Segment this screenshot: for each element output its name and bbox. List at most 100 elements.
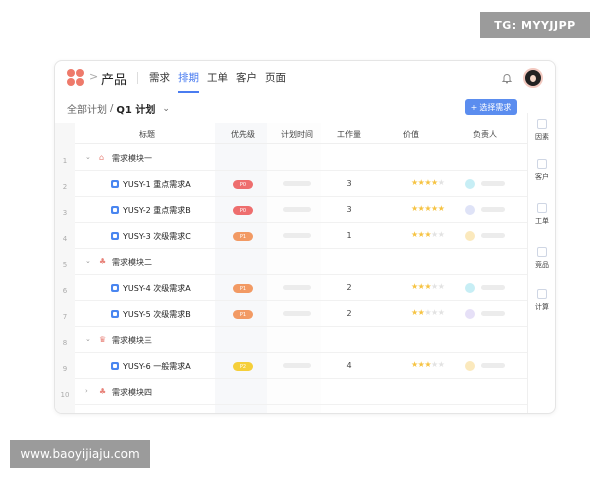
effort-value[interactable]: 3 bbox=[343, 205, 355, 214]
priority-badge[interactable]: P1 bbox=[233, 310, 253, 319]
group-name: 需求模块三 bbox=[112, 336, 152, 345]
star-icon: ★ bbox=[431, 204, 438, 213]
task-title[interactable]: YUSY-1 重点需求A bbox=[123, 179, 191, 190]
plan-time-placeholder[interactable] bbox=[283, 181, 311, 186]
side-item-competitor[interactable]: 竞品 bbox=[528, 247, 555, 270]
header-effort[interactable]: 工作量 bbox=[337, 129, 361, 140]
task-title[interactable]: YUSY-4 次级需求A bbox=[123, 283, 191, 294]
task-row[interactable]: YUSY-2 重点需求B P0 3 ★★★★★ bbox=[75, 197, 527, 223]
plan-time-placeholder[interactable] bbox=[283, 207, 311, 212]
value-rating[interactable]: ★★★★★ bbox=[411, 204, 445, 213]
product-title[interactable]: 产品 bbox=[101, 69, 127, 88]
star-icon: ★ bbox=[437, 230, 445, 239]
row-number: 2 bbox=[62, 183, 68, 191]
value-rating[interactable]: ★★★★★ bbox=[411, 360, 445, 369]
star-icon: ★ bbox=[437, 308, 445, 317]
header-assignee[interactable]: 负责人 bbox=[473, 129, 497, 140]
value-rating[interactable]: ★★★★★ bbox=[411, 282, 445, 291]
group-toggle-icon[interactable]: › bbox=[85, 387, 88, 395]
assignee-avatar[interactable] bbox=[465, 283, 475, 293]
group-row[interactable]: › ♣ 需求模块四 bbox=[75, 379, 527, 405]
star-icon: ★ bbox=[424, 360, 432, 369]
tab-schedule[interactable]: 排期 bbox=[178, 70, 199, 93]
tab-tickets[interactable]: 工单 bbox=[207, 70, 228, 93]
row-number: 1 bbox=[62, 157, 68, 165]
table-header: 标题 优先级 计划时间 工作量 价值 负责人 bbox=[75, 123, 527, 144]
task-row[interactable]: YUSY-5 次级需求B P1 2 ★★★★★ bbox=[75, 301, 527, 327]
breadcrumb: 全部计划 / Q1 计划 ⌄ bbox=[67, 101, 170, 116]
group-toggle-icon[interactable]: ⌄ bbox=[85, 335, 91, 343]
header-value[interactable]: 价值 bbox=[403, 129, 419, 140]
assignee-avatar[interactable] bbox=[465, 361, 475, 371]
value-rating[interactable]: ★★★★★ bbox=[411, 178, 445, 187]
assignee-avatar[interactable] bbox=[465, 179, 475, 189]
row-number: 7 bbox=[62, 313, 68, 321]
app-logo-icon[interactable] bbox=[67, 69, 85, 87]
avatar[interactable] bbox=[523, 68, 543, 88]
chevron-down-icon[interactable]: ⌄ bbox=[162, 104, 170, 114]
value-rating[interactable]: ★★★★★ bbox=[411, 230, 445, 239]
tab-customers[interactable]: 客户 bbox=[236, 70, 257, 93]
task-row[interactable]: YUSY-4 次级需求A P1 2 ★★★★★ bbox=[75, 275, 527, 301]
tab-requirements[interactable]: 需求 bbox=[149, 70, 170, 93]
assignee-avatar[interactable] bbox=[465, 309, 475, 319]
house-icon: ⌂ bbox=[99, 153, 105, 162]
plan-time-placeholder[interactable] bbox=[283, 233, 311, 238]
task-title[interactable]: YUSY-2 重点需求B bbox=[123, 205, 191, 216]
assignee-name-placeholder bbox=[481, 311, 505, 316]
select-requirements-label: 选择需求 bbox=[479, 102, 512, 112]
effort-value[interactable]: 3 bbox=[343, 179, 355, 188]
header-title[interactable]: 标题 bbox=[139, 129, 155, 140]
task-title[interactable]: YUSY-6 一般需求A bbox=[123, 361, 191, 372]
header-priority[interactable]: 优先级 bbox=[231, 129, 255, 140]
side-item-factor[interactable]: 因素 bbox=[528, 119, 555, 142]
breadcrumb-root[interactable]: 全部计划 bbox=[67, 101, 107, 116]
side-item-calc[interactable]: 计算 bbox=[528, 289, 555, 312]
plan-time-placeholder[interactable] bbox=[283, 363, 311, 368]
tab-pages[interactable]: 页面 bbox=[265, 70, 286, 93]
assignee-avatar[interactable] bbox=[465, 205, 475, 215]
effort-value[interactable]: 2 bbox=[343, 309, 355, 318]
value-rating[interactable]: ★★★★★ bbox=[411, 308, 445, 317]
priority-badge[interactable]: P2 bbox=[233, 362, 253, 371]
task-row[interactable]: YUSY-1 重点需求A P0 3 ★★★★★ bbox=[75, 171, 527, 197]
plan-time-placeholder[interactable] bbox=[283, 311, 311, 316]
row-number: 8 bbox=[62, 339, 68, 347]
schedule-table: 1 2 3 4 5 6 7 8 9 10 标题 优先级 计划时间 工作量 价值 … bbox=[55, 123, 527, 413]
task-type-icon bbox=[111, 310, 119, 318]
row-number: 6 bbox=[62, 287, 68, 295]
task-row[interactable]: YUSY-3 次级需求C P1 1 ★★★★★ bbox=[75, 223, 527, 249]
star-icon: ★ bbox=[431, 178, 438, 187]
plan-time-placeholder[interactable] bbox=[283, 285, 311, 290]
priority-badge[interactable]: P1 bbox=[233, 284, 253, 293]
effort-value[interactable]: 2 bbox=[343, 283, 355, 292]
task-row[interactable]: YUSY-6 一般需求A P2 4 ★★★★★ bbox=[75, 353, 527, 379]
priority-badge[interactable]: P1 bbox=[233, 232, 253, 241]
priority-badge[interactable]: P0 bbox=[233, 180, 253, 189]
select-requirements-button[interactable]: + 选择需求 bbox=[465, 99, 517, 115]
group-toggle-icon[interactable]: ⌄ bbox=[85, 153, 91, 161]
group-row[interactable]: ⌄ ♣ 需求模块二 bbox=[75, 249, 527, 275]
task-title[interactable]: YUSY-5 次级需求B bbox=[123, 309, 191, 320]
priority-badge[interactable]: P0 bbox=[233, 206, 253, 215]
side-item-customer[interactable]: 客户 bbox=[528, 159, 555, 182]
group-row[interactable]: ⌄ ♛ 需求模块三 bbox=[75, 327, 527, 353]
side-item-ticket[interactable]: 工单 bbox=[528, 203, 555, 226]
app-window: > 产品 需求 排期 工单 客户 页面 全部计划 / Q1 计划 ⌄ + 选择需… bbox=[54, 60, 556, 414]
assignee-avatar[interactable] bbox=[465, 231, 475, 241]
star-icon: ★ bbox=[431, 308, 438, 317]
effort-value[interactable]: 4 bbox=[343, 361, 355, 370]
group-row[interactable]: ⌄ ⌂ 需求模块一 bbox=[75, 145, 527, 171]
bell-icon[interactable] bbox=[501, 72, 513, 84]
header-plan-time[interactable]: 计划时间 bbox=[281, 129, 313, 140]
row-number: 9 bbox=[62, 365, 68, 373]
side-item-label: 因素 bbox=[535, 133, 549, 141]
group-toggle-icon[interactable]: ⌄ bbox=[85, 257, 91, 265]
effort-value[interactable]: 1 bbox=[343, 231, 355, 240]
side-panel: 因素 客户 工单 竞品 计算 bbox=[527, 113, 555, 413]
task-title[interactable]: YUSY-3 次级需求C bbox=[123, 231, 191, 242]
star-icon: ★ bbox=[437, 360, 445, 369]
star-icon: ★ bbox=[431, 360, 438, 369]
star-icon: ★ bbox=[437, 178, 445, 187]
cluster-icon: ♣ bbox=[99, 257, 107, 266]
